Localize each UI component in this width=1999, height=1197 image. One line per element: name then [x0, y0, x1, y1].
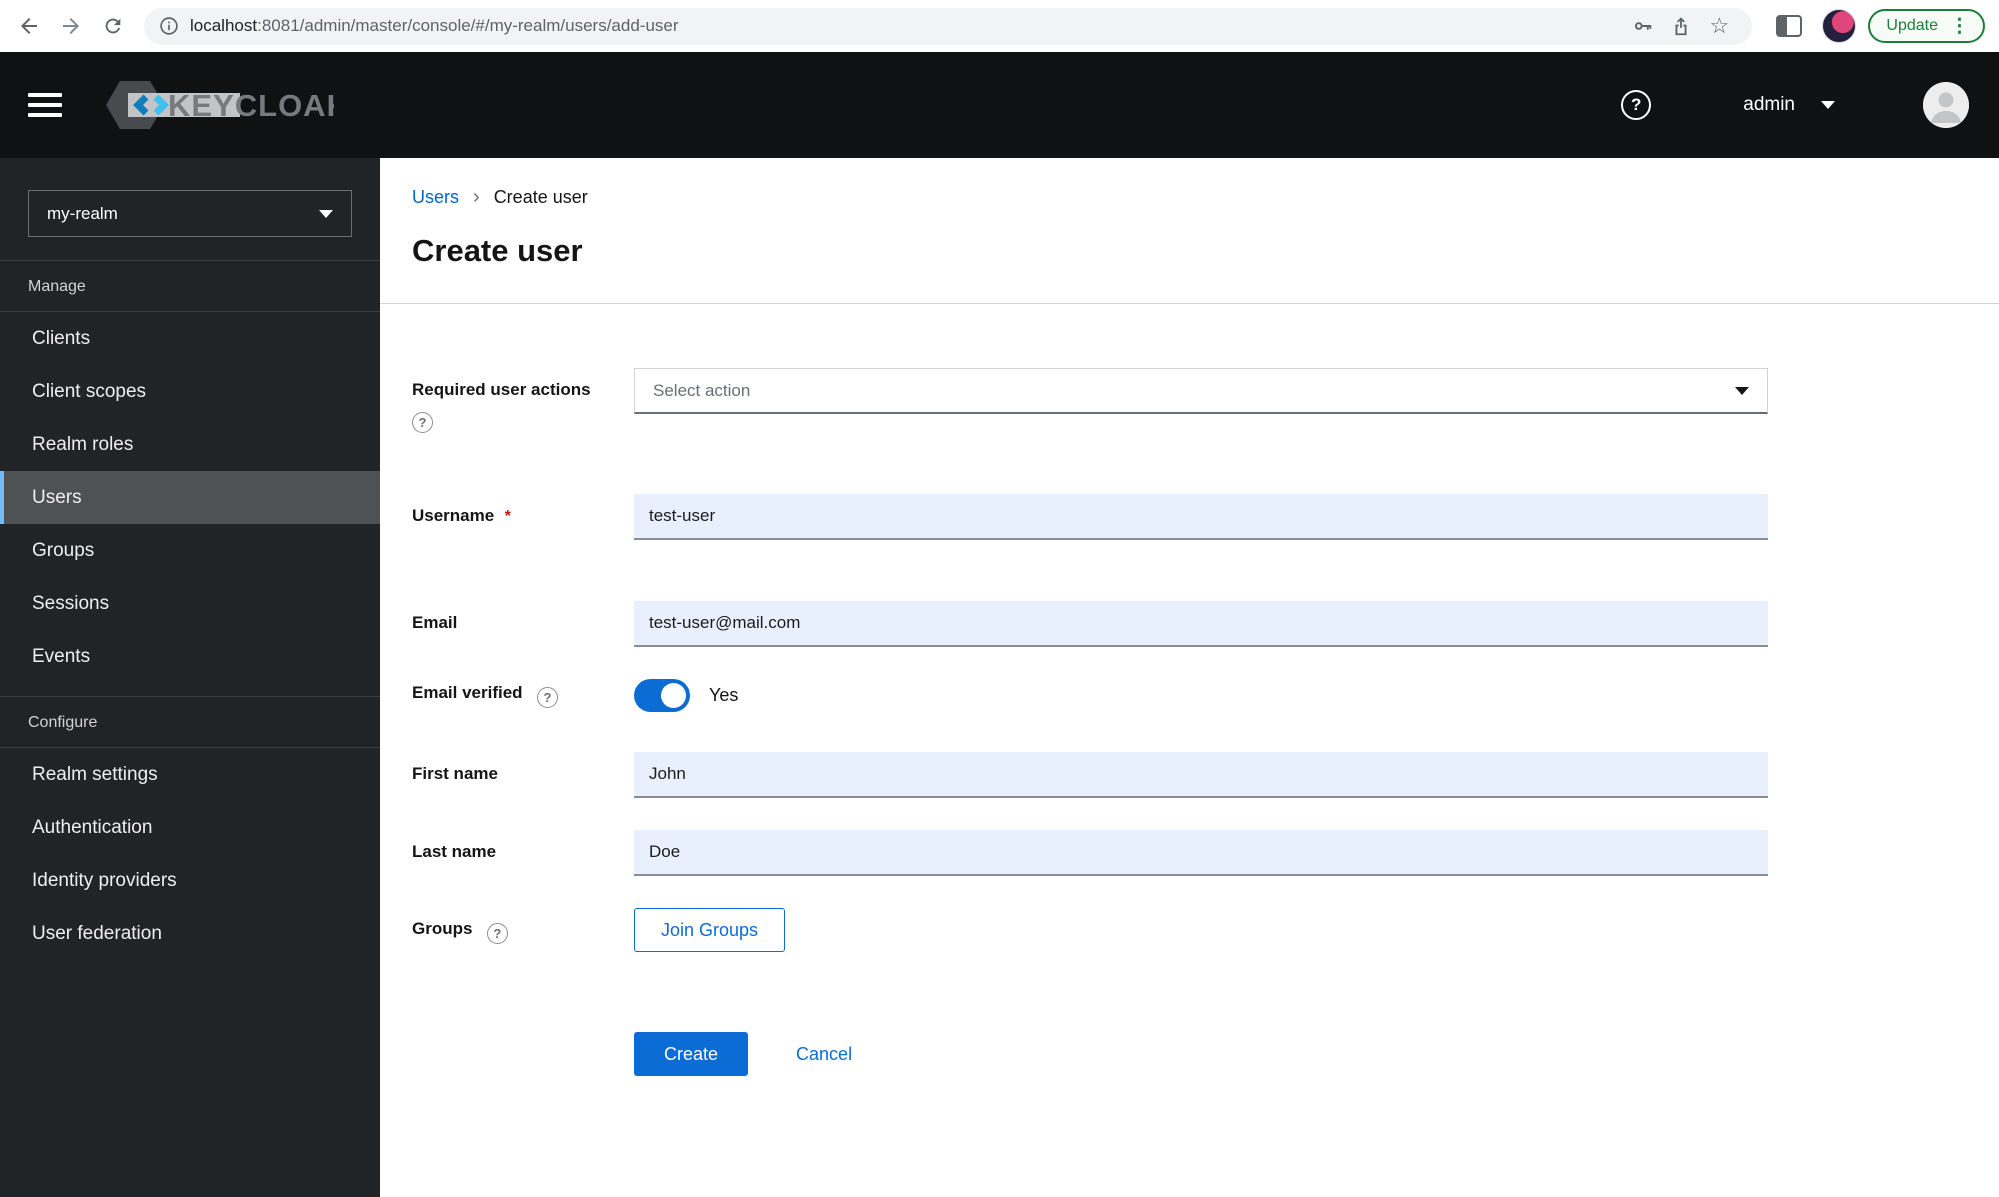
required-user-actions-help-icon[interactable]: ? — [412, 412, 433, 433]
sidebar-item-sessions[interactable]: Sessions — [0, 577, 380, 630]
password-manager-button[interactable] — [1624, 7, 1662, 45]
browser-reload-button[interactable] — [92, 5, 134, 47]
page-title: Create user — [412, 233, 583, 268]
key-icon — [1635, 22, 1652, 30]
nav-toggle-button[interactable] — [28, 91, 62, 119]
first-name-label: First name — [412, 764, 498, 783]
breadcrumb-current: Create user — [493, 187, 588, 207]
username-label: admin — [1743, 94, 1795, 115]
username-input[interactable] — [634, 494, 1768, 540]
side-panel-button[interactable] — [1768, 5, 1810, 47]
email-verified-row: Email verified ? Yes — [412, 679, 1768, 712]
cancel-link[interactable]: Cancel — [796, 1044, 852, 1065]
breadcrumb-users-link[interactable]: Users — [412, 187, 459, 208]
nav-list-manage: Clients Client scopes Realm roles Users … — [0, 312, 380, 683]
sidebar-nav: my-realm Manage Clients Client scopes Re… — [0, 158, 380, 1197]
forward-icon — [63, 18, 79, 34]
email-verified-state: Yes — [709, 685, 739, 705]
last-name-input[interactable] — [634, 830, 1768, 876]
required-user-actions-row: Required user actions ? Select action — [412, 368, 1768, 433]
email-verified-help-icon[interactable]: ? — [537, 687, 559, 708]
last-name-label: Last name — [412, 842, 497, 861]
browser-toolbar: localhost:8081/admin/master/console/#/my… — [0, 0, 1999, 52]
required-user-actions-select[interactable]: Select action — [634, 368, 1768, 414]
breadcrumb-separator-icon: › — [473, 186, 480, 208]
main-content: Users › Create user Create user Required… — [380, 158, 1999, 1197]
chrome-update-button[interactable]: Update ⋮ — [1868, 9, 1985, 43]
user-dropdown[interactable]: admin — [1743, 94, 1835, 116]
toggle-knob — [661, 683, 686, 708]
bookmark-star-button[interactable]: ☆ — [1700, 7, 1738, 45]
keycloak-logo-icon: KEYCLOAK — [106, 81, 334, 129]
first-name-row: First name — [412, 752, 1768, 798]
realm-name: my-realm — [47, 203, 118, 223]
nav-section-manage: Manage — [28, 278, 86, 295]
sidebar-item-clients[interactable]: Clients — [0, 312, 380, 365]
select-placeholder: Select action — [653, 380, 751, 400]
help-icon: ? — [1631, 95, 1642, 114]
url-host: localhost — [190, 16, 258, 35]
username-row: Username * — [412, 494, 1768, 540]
sidebar-item-realm-roles[interactable]: Realm roles — [0, 418, 380, 471]
required-asterisk: * — [504, 508, 511, 525]
browser-menu-icon[interactable]: ⋮ — [1950, 17, 1969, 36]
groups-help-icon[interactable]: ? — [486, 923, 508, 944]
sidebar-item-user-federation[interactable]: User federation — [0, 907, 380, 960]
url-path: :8081/admin/master/console/#/my-realm/us… — [257, 16, 679, 35]
email-verified-toggle[interactable] — [634, 679, 690, 712]
form-actions-row: Create Cancel — [412, 1032, 1768, 1076]
breadcrumb: Users › Create user — [380, 158, 1999, 209]
star-icon: ☆ — [1709, 13, 1730, 38]
create-button[interactable]: Create — [634, 1032, 749, 1076]
avatar-icon — [1923, 82, 1969, 128]
browser-forward-button[interactable] — [50, 5, 92, 47]
nav-section-configure: Configure — [28, 714, 98, 731]
browser-profile-avatar[interactable] — [1822, 9, 1857, 43]
email-verified-label: Email verified — [412, 683, 523, 702]
masthead-actions: ? admin — [1621, 82, 1969, 128]
browser-back-button[interactable] — [8, 5, 50, 47]
update-label: Update — [1886, 17, 1938, 34]
first-name-input[interactable] — [634, 752, 1768, 798]
create-user-form: Required user actions ? Select action Us… — [380, 304, 1768, 1076]
join-groups-button[interactable]: Join Groups — [634, 908, 786, 952]
side-panel-icon — [1776, 15, 1803, 37]
chevron-down-icon — [1821, 101, 1835, 109]
email-label: Email — [412, 613, 458, 632]
address-bar[interactable]: localhost:8081/admin/master/console/#/my… — [144, 7, 1753, 45]
brand-text: KEYCLOAK — [168, 88, 334, 123]
sidebar-item-identity-providers[interactable]: Identity providers — [0, 854, 380, 907]
groups-row: Groups ? Join Groups — [412, 908, 1768, 952]
url-text[interactable]: localhost:8081/admin/master/console/#/my… — [190, 16, 1624, 36]
back-icon — [21, 18, 37, 34]
help-button[interactable]: ? — [1621, 90, 1652, 120]
keycloak-logo: KEYCLOAK — [104, 79, 334, 131]
email-row: Email — [412, 601, 1768, 647]
sidebar-item-users[interactable]: Users — [0, 471, 380, 524]
site-info-icon[interactable] — [158, 15, 180, 37]
required-user-actions-label: Required user actions — [412, 380, 591, 399]
username-label: Username — [412, 506, 495, 525]
chevron-down-icon — [319, 209, 333, 218]
sidebar-item-client-scopes[interactable]: Client scopes — [0, 365, 380, 418]
reload-icon — [105, 18, 121, 34]
realm-selector[interactable]: my-realm — [28, 190, 352, 237]
nav-list-configure: Realm settings Authentication Identity p… — [0, 748, 380, 960]
sidebar-item-groups[interactable]: Groups — [0, 524, 380, 577]
share-icon — [1675, 17, 1687, 36]
sidebar-item-events[interactable]: Events — [0, 630, 380, 683]
last-name-row: Last name — [412, 830, 1768, 876]
user-avatar[interactable] — [1923, 82, 1969, 128]
masthead: KEYCLOAK ? admin — [0, 52, 1999, 158]
email-input[interactable] — [634, 601, 1768, 647]
sidebar-item-authentication[interactable]: Authentication — [0, 801, 380, 854]
chevron-down-icon — [1735, 386, 1749, 395]
groups-label: Groups — [412, 919, 473, 938]
hamburger-icon — [28, 93, 62, 97]
sidebar-item-realm-settings[interactable]: Realm settings — [0, 748, 380, 801]
share-button[interactable] — [1662, 7, 1700, 45]
